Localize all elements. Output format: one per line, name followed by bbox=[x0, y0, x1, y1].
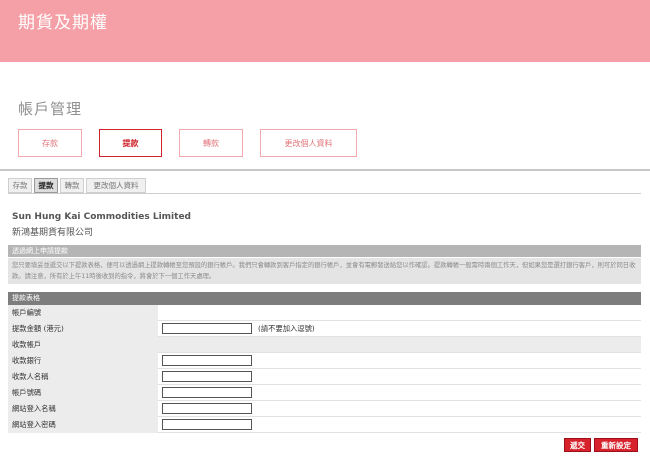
field-label: 收款人名稱 bbox=[8, 368, 158, 385]
field-label: 帳戶號碼 bbox=[8, 384, 158, 401]
field-label: 網站登入密碼 bbox=[8, 416, 158, 433]
form-row-login-name: 網站登入名稱 bbox=[8, 400, 641, 417]
header-banner: 期貨及期權 bbox=[0, 0, 650, 62]
form-row-bank: 收款銀行 bbox=[8, 352, 641, 369]
payee-name-input[interactable] bbox=[162, 371, 252, 382]
bank-input[interactable] bbox=[162, 355, 252, 366]
company-name-en: Sun Hung Kai Commodities Limited bbox=[12, 212, 191, 222]
form-row-account-no: 帳戶號碼 bbox=[8, 384, 641, 401]
tab-withdrawal[interactable]: 提款 bbox=[99, 129, 162, 157]
tab-transfer[interactable]: 轉款 bbox=[179, 129, 243, 157]
subtab-underline bbox=[8, 193, 641, 194]
amount-note: (請不要加入逗號) bbox=[258, 323, 315, 333]
form-row-amount: 提款金額 (港元) (請不要加入逗號) bbox=[8, 320, 641, 337]
field-label: 網站登入名稱 bbox=[8, 400, 158, 417]
form-row-login-password: 網站登入密碼 bbox=[8, 416, 641, 433]
amount-input[interactable] bbox=[162, 323, 252, 334]
subtab-bar: 存款 提款 轉款 更改個人資料 bbox=[8, 178, 148, 193]
login-password-input[interactable] bbox=[162, 419, 252, 430]
reset-button[interactable]: 重新設定 bbox=[594, 438, 638, 452]
form-row-account-number: 帳戶編號 bbox=[8, 304, 641, 321]
subtab-update-profile[interactable]: 更改個人資料 bbox=[86, 178, 146, 193]
account-number-input[interactable] bbox=[162, 387, 252, 398]
banner-title: 期貨及期權 bbox=[18, 13, 108, 33]
subtab-deposit[interactable]: 存款 bbox=[8, 178, 32, 193]
withdrawal-form: 帳戶編號 提款金額 (港元) (請不要加入逗號) 收款帳戶 收款銀行 收款人名稱… bbox=[8, 304, 641, 433]
divider bbox=[0, 169, 650, 171]
field-label: 提款金額 (港元) bbox=[8, 320, 158, 337]
form-section-receiving-account: 收款帳戶 bbox=[8, 336, 641, 353]
notice-text: 您只要填妥並遞交以下提款表格，便可以透過網上提款轉帳至您預設的銀行帳戶。我們只會… bbox=[8, 258, 641, 284]
form-row-payee: 收款人名稱 bbox=[8, 368, 641, 385]
company-name-zh: 新鴻基期貨有限公司 bbox=[12, 228, 94, 238]
subtab-transfer[interactable]: 轉款 bbox=[60, 178, 84, 193]
tab-deposit[interactable]: 存款 bbox=[18, 129, 82, 157]
subtab-withdrawal[interactable]: 提款 bbox=[34, 178, 58, 193]
form-heading: 提款表格 bbox=[8, 292, 641, 305]
field-label: 帳戶編號 bbox=[8, 304, 158, 321]
page-title: 帳戶管理 bbox=[18, 100, 83, 118]
field-label: 收款銀行 bbox=[8, 352, 158, 369]
tab-update-profile[interactable]: 更改個人資料 bbox=[260, 129, 357, 157]
section-label: 收款帳戶 bbox=[8, 336, 158, 353]
notice-heading: 透過網上申請提款 bbox=[8, 245, 641, 257]
login-name-input[interactable] bbox=[162, 403, 252, 414]
submit-button[interactable]: 遞交 bbox=[564, 438, 591, 452]
